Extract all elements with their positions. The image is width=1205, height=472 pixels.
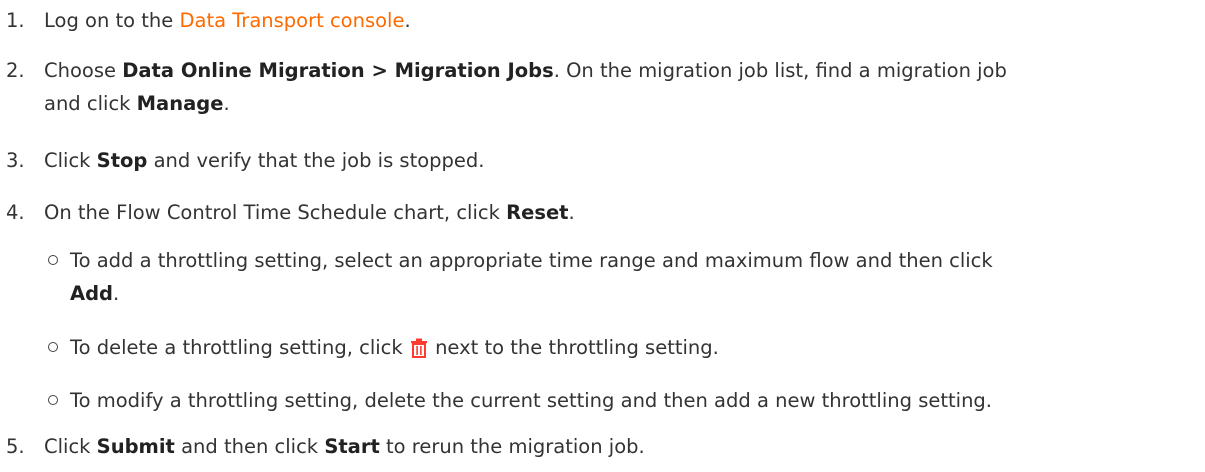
step-number: 4.	[6, 201, 25, 224]
instructions-document: 1. Log on to the Data Transport console.…	[0, 0, 1205, 472]
step-number: 1.	[6, 9, 25, 32]
step-text-part: .	[223, 92, 230, 115]
step-text: Click Stop and verify that the job is st…	[44, 144, 1180, 177]
step-text: Log on to the Data Transport console.	[44, 4, 1180, 37]
step-text-part: and verify that the job is stopped.	[147, 149, 485, 172]
reset-label: Reset	[506, 201, 569, 224]
data-transport-console-link[interactable]: Data Transport console	[180, 9, 405, 32]
bullet-icon	[48, 395, 58, 405]
step-text-part: Choose	[44, 59, 123, 82]
step-number: 2.	[6, 59, 25, 82]
step-number: 5.	[6, 435, 25, 458]
bullet-icon	[48, 342, 58, 352]
subitem-text-part: To add a throttling setting, select an a…	[70, 249, 993, 272]
stop-label: Stop	[96, 149, 148, 172]
step-number: 3.	[6, 149, 25, 172]
subitem-text-part: To delete a throttling setting, click	[70, 336, 409, 359]
step-text-part: Click	[44, 149, 97, 172]
manage-label: Manage	[136, 92, 224, 115]
menu-path: Data Online Migration > Migration Jobs	[122, 59, 554, 82]
step-text-part: Click	[44, 435, 97, 458]
step-text: On the Flow Control Time Schedule chart,…	[44, 196, 1180, 229]
step-text-part: .	[404, 9, 411, 32]
subitem-text-part: next to the throttling setting.	[428, 336, 719, 359]
step-text-part: and then click	[174, 435, 325, 458]
submit-label: Submit	[96, 435, 175, 458]
trash-icon	[409, 335, 429, 358]
step-text-part: .	[568, 201, 575, 224]
step-text-part: . On the migration job list, find a migr…	[553, 59, 1007, 82]
start-label: Start	[324, 435, 380, 458]
subitem-text-part: .	[113, 282, 120, 305]
subitem-text: To modify a throttling setting, delete t…	[70, 389, 993, 412]
subitem-text: To delete a throttling setting, click ne…	[70, 331, 1188, 364]
step-text-part: On the Flow Control Time Schedule chart,…	[44, 201, 507, 224]
step-text-part: to rerun the migration job.	[379, 435, 645, 458]
step-text: Click Submit and then click Start to rer…	[44, 430, 1180, 463]
step-text: Choose Data Online Migration > Migration…	[44, 54, 1180, 120]
add-label: Add	[70, 282, 114, 305]
bullet-icon	[48, 255, 58, 265]
subitem-text: To add a throttling setting, select an a…	[70, 244, 1188, 310]
step-text-part: Log on to the	[44, 9, 180, 32]
step-text-part: and click	[44, 92, 137, 115]
